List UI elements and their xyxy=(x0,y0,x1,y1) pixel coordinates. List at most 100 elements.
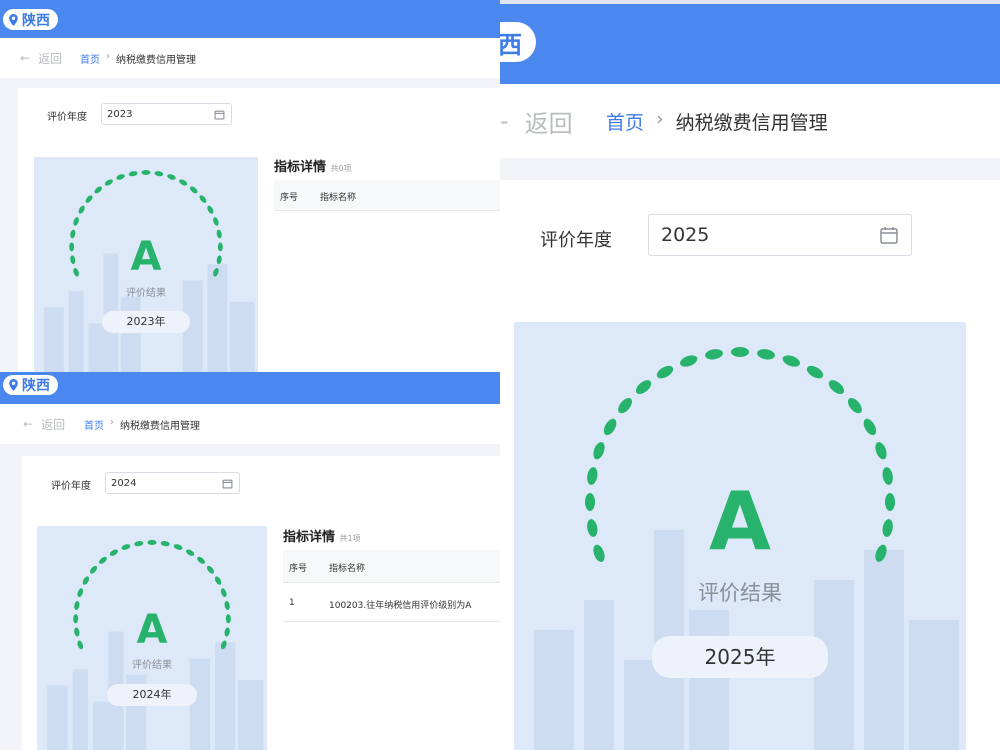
year-picker[interactable]: 2024 xyxy=(105,472,240,494)
dial-dot xyxy=(99,556,107,564)
dial-dot xyxy=(173,544,183,550)
back-label: 返回 xyxy=(524,109,573,138)
table-row: 1 100203.往年纳税信用评价级别为A xyxy=(283,583,500,622)
dial-dot xyxy=(220,588,227,598)
dial-dot xyxy=(217,242,223,252)
dial-dot xyxy=(705,349,723,360)
dial-dot xyxy=(147,539,157,545)
header-bar xyxy=(0,0,500,38)
credit-result-hero: A 评价结果 2023年 xyxy=(34,157,258,372)
dial-dot xyxy=(587,519,598,537)
location-label: 西 xyxy=(500,30,522,59)
back-button[interactable]: ← 返回 xyxy=(23,416,65,433)
dial-dot xyxy=(85,195,93,203)
details-title: 指标详情 共1项 xyxy=(283,530,361,545)
dial-dot xyxy=(882,519,893,537)
credit-grade: A xyxy=(130,234,162,280)
dial-dot xyxy=(121,544,131,550)
year-badge: 2023年 xyxy=(102,311,190,333)
screenshot-panel-2025: 西 - 返回 首页 › 纳税缴费信用管理 评价年度 2025 A 评价结果 20… xyxy=(500,0,1000,750)
dial-dot xyxy=(224,601,230,611)
breadcrumb-current: 纳税缴费信用管理 xyxy=(675,111,828,134)
breadcrumb-bar: ← 返回 首页 › 纳税缴费信用管理 xyxy=(0,404,500,444)
result-label: 评价结果 xyxy=(132,660,172,671)
details-table-header: 序号 指标名称 xyxy=(274,180,500,211)
dial-dot xyxy=(73,217,79,226)
column-header-name: 指标名称 xyxy=(320,193,357,203)
dial-dot xyxy=(224,627,230,637)
details-table-header: 序号 指标名称 xyxy=(283,550,500,583)
row-name: 100203.往年纳税信用评价级别为A xyxy=(329,601,472,611)
dial-dot xyxy=(69,242,75,252)
dial-dot xyxy=(757,349,775,360)
dial-dot xyxy=(73,614,79,624)
dial-dot xyxy=(90,565,98,574)
dial-dot xyxy=(214,576,222,585)
dial-dot xyxy=(731,347,749,357)
dial-dot xyxy=(179,179,188,186)
breadcrumb-bar: - 返回 首页 › 纳税缴费信用管理 xyxy=(500,84,1000,158)
year-picker[interactable]: 2023 xyxy=(101,103,232,125)
dial-dot xyxy=(77,588,84,598)
dial-dot xyxy=(74,601,80,611)
breadcrumb-current: 纳税缴费信用管理 xyxy=(120,420,200,432)
credit-grade: A xyxy=(136,607,168,653)
row-no: 1 xyxy=(289,598,295,608)
breadcrumb-separator: › xyxy=(110,416,114,428)
location-label: 陕西 xyxy=(22,378,50,394)
location-pin-icon xyxy=(9,13,18,26)
dial-dot xyxy=(875,442,887,460)
dial-dot xyxy=(828,380,845,395)
content-card: 评价年度 2023 A 评价结果 2023年 指标详情 共0项 序号 指标名称 xyxy=(18,88,500,372)
location-selector[interactable]: 陕西 xyxy=(3,9,58,30)
dial-dot xyxy=(847,397,862,414)
column-header-name: 指标名称 xyxy=(329,564,366,574)
dial-dot xyxy=(216,255,222,265)
dial-dot xyxy=(109,549,119,556)
dial-dot xyxy=(82,576,90,585)
dial-dot xyxy=(197,556,205,564)
column-header-no: 序号 xyxy=(289,564,308,574)
details-title: 指标详情 共0项 xyxy=(274,160,352,175)
breadcrumb-current: 纳税缴费信用管理 xyxy=(116,54,196,66)
dial-dot xyxy=(618,397,633,414)
dial-dot xyxy=(585,493,595,511)
dial-dot xyxy=(635,380,652,395)
calendar-icon xyxy=(214,110,225,120)
dial-dot xyxy=(116,174,125,180)
dial-dot xyxy=(593,544,605,562)
dial-dot xyxy=(213,217,219,226)
location-label: 陕西 xyxy=(22,12,50,29)
year-picker-value: 2025 xyxy=(661,224,710,246)
dial-dot xyxy=(78,205,85,214)
header-bar xyxy=(500,4,1000,84)
breadcrumb-separator: › xyxy=(106,50,110,62)
back-label: 返回 xyxy=(41,417,66,432)
breadcrumb-home-link[interactable]: 首页 xyxy=(606,108,644,135)
dial-dot xyxy=(167,174,176,180)
year-picker[interactable]: 2025 xyxy=(648,214,912,256)
dial-dot xyxy=(104,179,113,186)
dial-dot xyxy=(207,205,214,214)
dial-dot xyxy=(875,544,887,562)
dial-dot xyxy=(128,171,138,177)
back-label: 返回 xyxy=(38,51,63,66)
dial-dot xyxy=(206,565,214,574)
location-pin-icon xyxy=(9,379,18,391)
dial-dot xyxy=(806,365,824,379)
dial-dot xyxy=(863,418,877,436)
location-selector[interactable]: 陕西 xyxy=(3,375,58,395)
dial-dot xyxy=(134,540,144,547)
breadcrumb: 首页 › 纳税缴费信用管理 xyxy=(84,417,200,432)
year-picker-value: 2024 xyxy=(111,477,137,489)
breadcrumb-separator: › xyxy=(656,107,664,130)
breadcrumb-home-link[interactable]: 首页 xyxy=(80,51,100,66)
details-count: 共1项 xyxy=(339,534,361,543)
breadcrumb-home-link[interactable]: 首页 xyxy=(84,417,104,432)
dial-dot xyxy=(199,195,207,203)
content-card: 评价年度 2024 A 评价结果 2024年 指标详情 共1项 序号 指标名称 … xyxy=(22,456,500,750)
year-label: 评价年度 xyxy=(540,230,612,251)
dial-dot xyxy=(213,268,219,277)
back-button[interactable]: - 返回 xyxy=(500,104,573,139)
back-button[interactable]: ← 返回 xyxy=(20,50,62,67)
